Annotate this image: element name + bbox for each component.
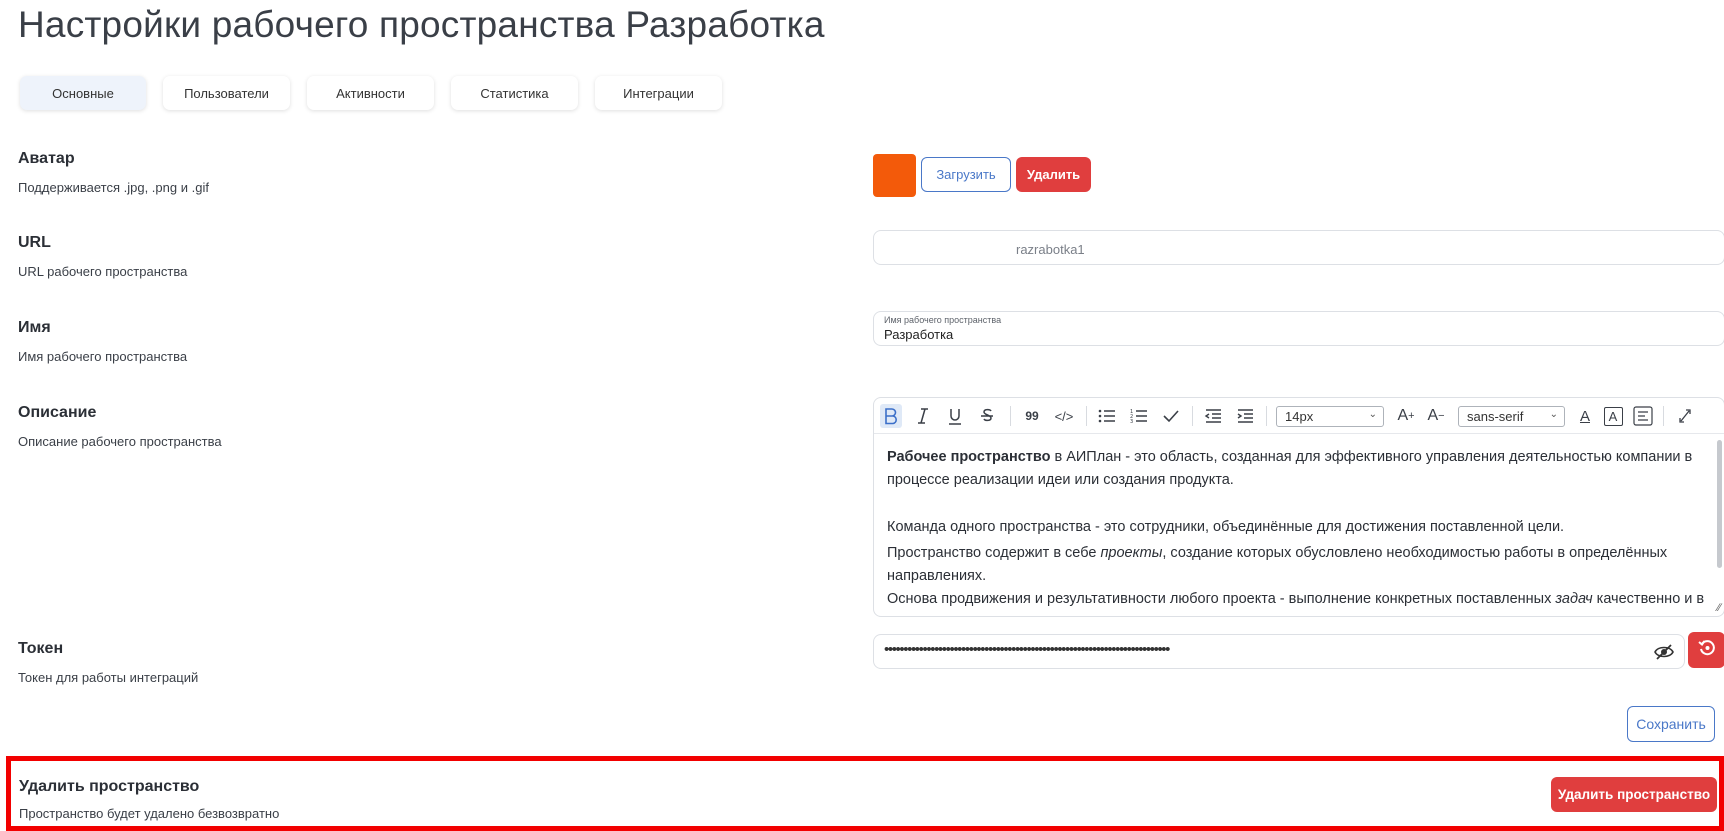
url-hint: URL рабочего пространства [18,264,188,279]
delete-space-button[interactable]: Удалить пространство [1551,777,1717,812]
tab-statistics[interactable]: Статистика [451,76,578,110]
highlight-color-icon[interactable]: A [1602,404,1624,428]
delete-space-section: Удалить пространство Пространство будет … [6,756,1724,831]
avatar-hint: Поддерживается .jpg, .png и .gif [18,180,209,195]
name-hint: Имя рабочего пространства [18,349,188,364]
delete-space-hint: Пространство будет удалено безвозвратно [19,806,280,821]
description-label: Описание [18,404,97,421]
regenerate-token-button[interactable] [1688,632,1724,668]
eye-off-icon[interactable] [1654,643,1674,661]
tab-users[interactable]: Пользователи [163,76,290,110]
checklist-icon[interactable] [1160,404,1182,428]
delete-space-title: Удалить пространство [19,778,200,795]
numbered-list-icon[interactable]: 123 [1128,404,1150,428]
url-label: URL [18,234,51,251]
font-size-select[interactable]: 14px ⌄ [1276,406,1384,427]
avatar-preview [873,154,916,197]
indent-icon[interactable] [1234,404,1256,428]
upload-avatar-button[interactable]: Загрузить [921,157,1011,192]
text-color-icon[interactable]: A [1574,404,1596,428]
token-hint: Токен для работы интеграций [18,670,199,685]
tab-general[interactable]: Основные [20,76,146,110]
strikethrough-icon[interactable] [976,404,998,428]
description-hint: Описание рабочего пространства [18,434,222,449]
url-field[interactable]: razrabotka1 [873,230,1724,265]
outdent-icon[interactable] [1202,404,1224,428]
font-family-select[interactable]: sans-serif ⌄ [1458,406,1565,427]
underline-icon[interactable] [944,404,966,428]
resize-handle-icon[interactable]: ∕∕ [1717,602,1721,614]
avatar-label: Аватар [18,150,75,167]
token-field[interactable]: ••••••••••••••••••••••••••••••••••••••••… [873,634,1685,669]
tab-integrations[interactable]: Интеграции [595,76,722,110]
name-field-value: Разработка [884,327,954,342]
code-icon[interactable]: </> [1052,404,1076,428]
description-editor[interactable]: 99 </> 123 14px ⌄ A + A − sans-serif ⌄ A A [873,397,1724,617]
font-size-decrease-icon[interactable]: A − [1424,404,1448,428]
editor-scrollbar[interactable] [1717,440,1722,568]
link-icon[interactable] [1674,404,1696,428]
quote-icon[interactable]: 99 [1020,404,1044,428]
align-icon[interactable] [1632,404,1654,428]
tab-activities[interactable]: Активности [307,76,434,110]
regenerate-icon [1697,639,1716,662]
delete-avatar-button[interactable]: Удалить [1016,157,1091,192]
url-value: razrabotka1 [1016,242,1085,257]
name-label: Имя [18,319,51,336]
save-button[interactable]: Сохранить [1627,706,1715,742]
token-label: Токен [18,640,64,657]
token-value: ••••••••••••••••••••••••••••••••••••••••… [884,641,1170,658]
bullet-list-icon[interactable] [1096,404,1118,428]
name-field[interactable]: Имя рабочего пространства Разработка [873,311,1724,346]
name-field-label: Имя рабочего пространства [884,315,1002,325]
font-size-increase-icon[interactable]: A + [1394,404,1418,428]
svg-text:3: 3 [1130,419,1133,424]
bold-icon[interactable] [880,404,902,428]
editor-toolbar: 99 </> 123 14px ⌄ A + A − sans-serif ⌄ A A [874,398,1724,434]
page-title: Настройки рабочего пространства Разработ… [18,4,825,45]
italic-icon[interactable] [912,404,934,428]
editor-content[interactable]: Рабочее пространство в АИПлан - это обла… [887,446,1705,611]
